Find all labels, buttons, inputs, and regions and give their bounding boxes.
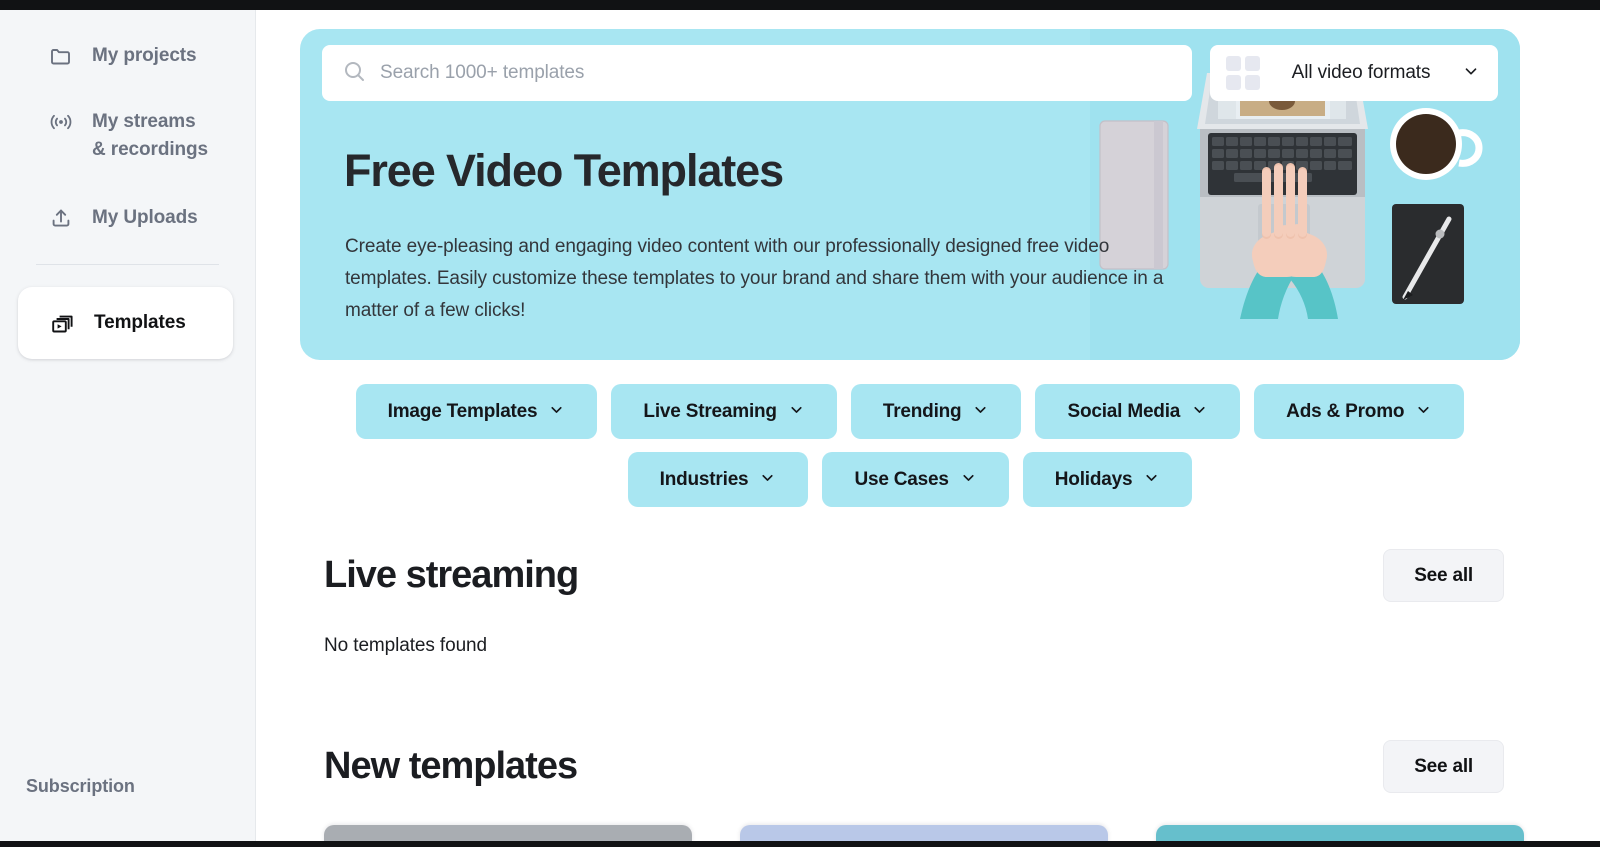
category-pill-label: Use Cases — [854, 469, 948, 491]
sidebar-item-my-uploads[interactable]: My Uploads — [16, 194, 239, 242]
section-title: New templates — [324, 745, 577, 788]
category-pill-label: Image Templates — [388, 401, 538, 423]
see-all-button-new-templates[interactable]: See all — [1383, 740, 1504, 793]
category-row-2: Industries Use Cases Holidays — [300, 452, 1520, 507]
templates-icon — [50, 311, 76, 337]
broadcast-icon — [48, 109, 74, 135]
folder-icon — [48, 43, 74, 69]
chevron-down-icon — [1462, 62, 1480, 85]
grid-icon — [1226, 56, 1260, 90]
category-pill-image-templates[interactable]: Image Templates — [356, 384, 598, 439]
sidebar-item-label: My Uploads — [92, 204, 198, 232]
template-card[interactable] — [740, 825, 1108, 841]
category-pill-label: Social Media — [1067, 401, 1180, 423]
chevron-down-icon — [972, 401, 989, 423]
category-pill-use-cases[interactable]: Use Cases — [822, 452, 1008, 507]
chevron-down-icon — [759, 469, 776, 491]
category-pill-label: Ads & Promo — [1286, 401, 1404, 423]
template-card[interactable] — [1156, 825, 1524, 841]
template-card[interactable] — [324, 825, 692, 841]
window-top-bar — [0, 0, 1600, 10]
video-format-select[interactable]: All video formats — [1210, 45, 1498, 101]
section-header: New templates See all — [324, 740, 1504, 793]
sidebar-item-label: Templates — [94, 309, 186, 337]
see-all-button-live-streaming[interactable]: See all — [1383, 549, 1504, 602]
section-title: Live streaming — [324, 554, 578, 597]
search-row: Search 1000+ templates All video formats — [322, 45, 1498, 101]
empty-state-message: No templates found — [324, 635, 1504, 657]
category-pill-label: Live Streaming — [643, 401, 776, 423]
hero-banner: Search 1000+ templates All video formats… — [300, 29, 1520, 360]
subscription-link[interactable]: Subscription — [26, 776, 135, 797]
template-card-strip — [324, 825, 1524, 841]
hero-description: Create eye-pleasing and engaging video c… — [345, 231, 1175, 327]
section-header: Live streaming See all — [324, 549, 1504, 602]
chevron-down-icon — [788, 401, 805, 423]
search-input[interactable]: Search 1000+ templates — [322, 45, 1192, 101]
upload-icon — [48, 205, 74, 231]
category-pill-label: Trending — [883, 401, 962, 423]
section-live-streaming: Live streaming See all No templates foun… — [324, 549, 1504, 657]
category-pill-social-media[interactable]: Social Media — [1035, 384, 1240, 439]
search-icon — [342, 59, 366, 88]
video-format-selected-value: All video formats — [1272, 62, 1450, 84]
window-bottom-bar — [0, 841, 1600, 847]
category-filters: Image Templates Live Streaming Trending … — [300, 384, 1520, 520]
main-content: Search 1000+ templates All video formats… — [256, 10, 1600, 841]
sidebar-item-my-projects[interactable]: My projects — [16, 32, 239, 80]
search-placeholder: Search 1000+ templates — [380, 62, 584, 84]
category-pill-industries[interactable]: Industries — [628, 452, 809, 507]
chevron-down-icon — [1143, 469, 1160, 491]
sidebar-item-label: My streams & recordings — [92, 108, 208, 164]
sidebar-item-my-streams[interactable]: My streams & recordings — [16, 98, 239, 174]
sidebar-nav: My projects My streams & recordings — [0, 10, 255, 359]
sidebar-item-label: My projects — [92, 42, 197, 70]
sidebar: My projects My streams & recordings — [0, 10, 256, 847]
sidebar-divider — [36, 264, 219, 265]
chevron-down-icon — [548, 401, 565, 423]
category-pill-holidays[interactable]: Holidays — [1023, 452, 1193, 507]
category-pill-trending[interactable]: Trending — [851, 384, 1022, 439]
category-pill-live-streaming[interactable]: Live Streaming — [611, 384, 836, 439]
chevron-down-icon — [1191, 401, 1208, 423]
category-pill-label: Holidays — [1055, 469, 1133, 491]
chevron-down-icon — [1415, 401, 1432, 423]
category-pill-ads-promo[interactable]: Ads & Promo — [1254, 384, 1464, 439]
section-new-templates: New templates See all — [324, 740, 1504, 793]
chevron-down-icon — [960, 469, 977, 491]
hero-title: Free Video Templates — [344, 145, 783, 197]
app-root: My projects My streams & recordings — [0, 0, 1600, 847]
category-row-1: Image Templates Live Streaming Trending … — [300, 384, 1520, 439]
category-pill-label: Industries — [660, 469, 749, 491]
sidebar-item-templates[interactable]: Templates — [18, 287, 233, 359]
